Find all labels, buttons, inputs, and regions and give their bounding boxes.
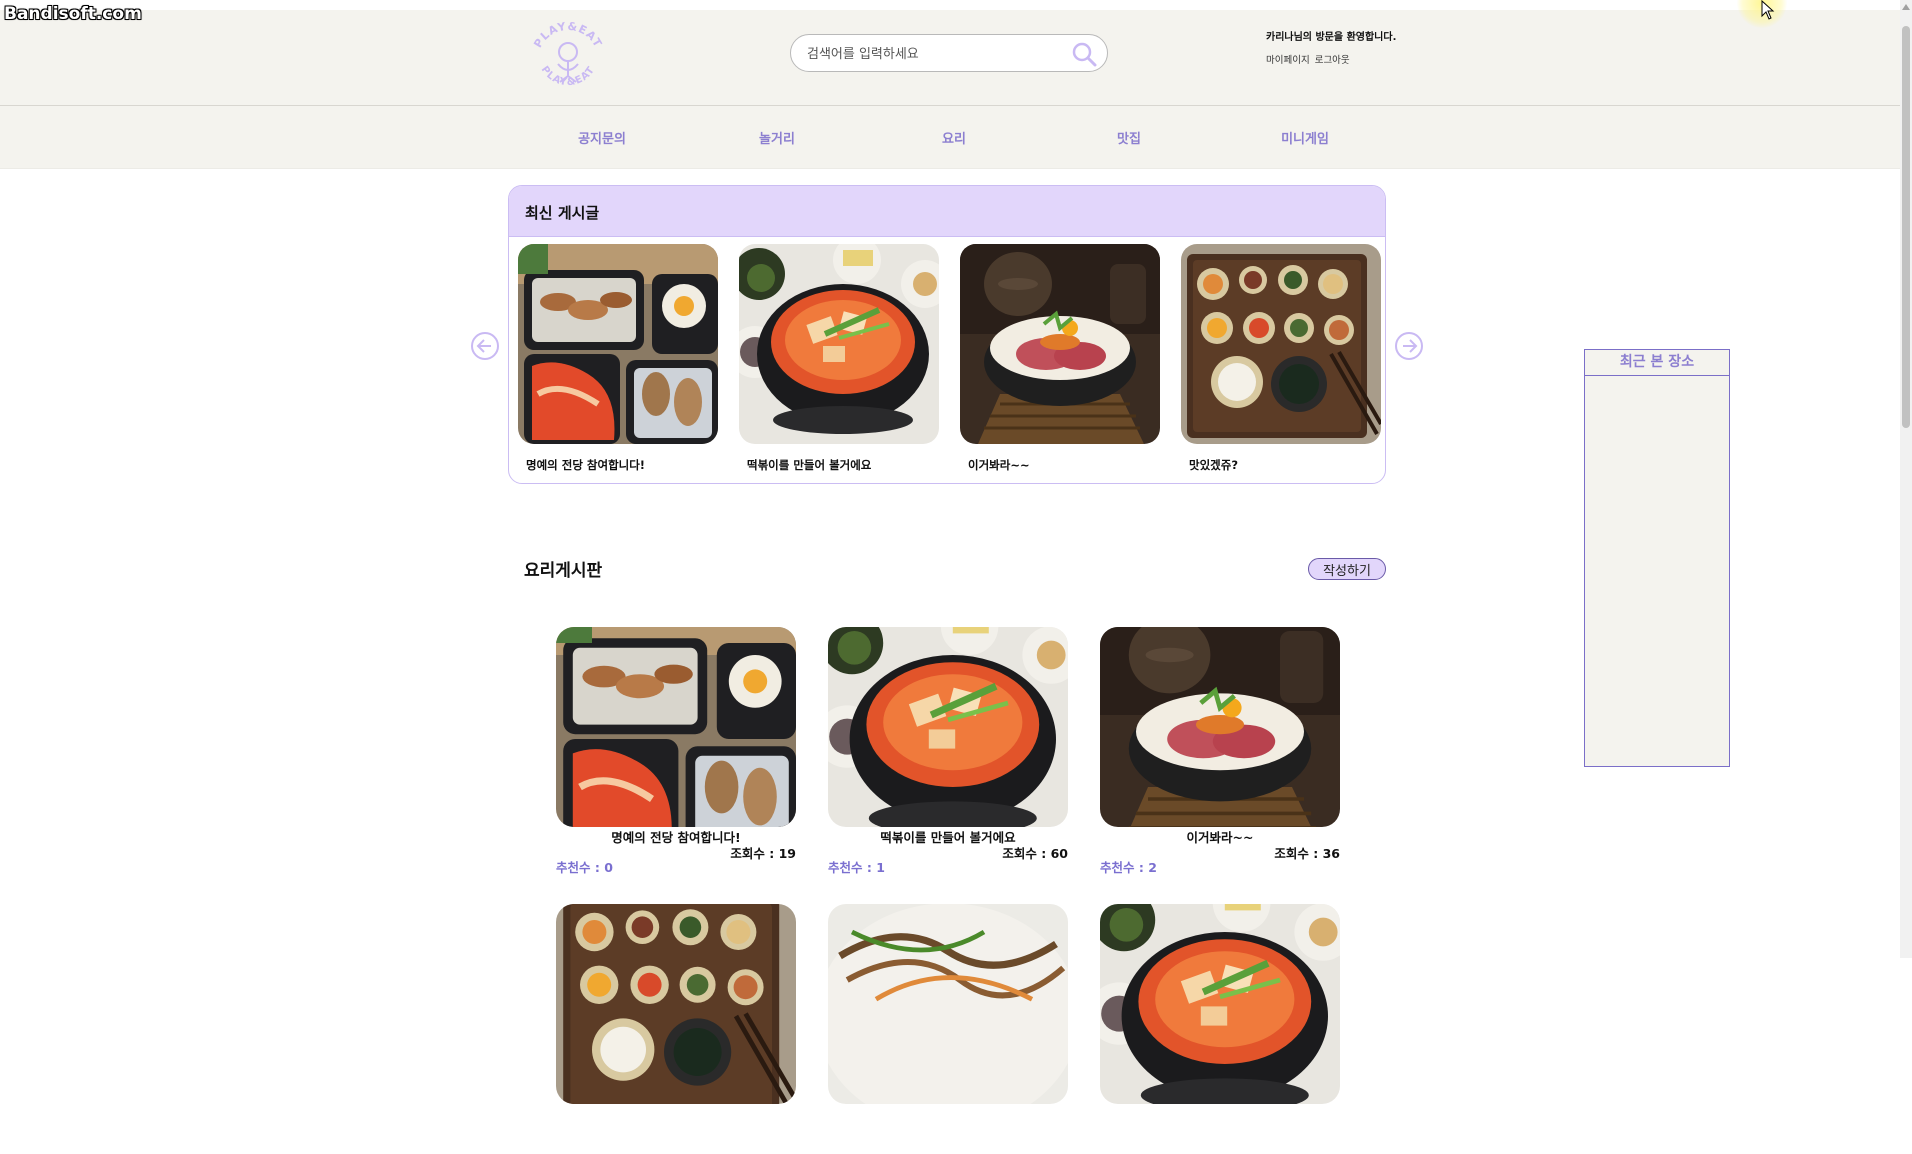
post-thumbnail[interactable]	[1100, 627, 1340, 827]
main-nav: 공지문의 놀거리 요리 맛집 미니게임	[0, 106, 1900, 169]
nav-item-restaurants[interactable]: 맛집	[1117, 128, 1141, 147]
recent-posts-header	[509, 186, 1385, 237]
post-thumbnail[interactable]	[556, 904, 796, 1104]
post-thumbnail[interactable]	[960, 244, 1160, 444]
recent-post-card[interactable]: 명예의 전당 참여합니다!	[518, 244, 718, 472]
recent-posts-title: 최신 게시글	[525, 204, 600, 222]
board-post-card[interactable]	[1100, 904, 1340, 1154]
post-thumbnail[interactable]	[556, 627, 796, 827]
recent-post-card[interactable]: 이거봐라~~	[960, 244, 1160, 472]
search-input[interactable]	[805, 43, 1059, 65]
recorder-watermark: Bandisoft.com	[4, 4, 142, 24]
carousel-prev-arrow-icon[interactable]	[470, 331, 500, 361]
post-thumbnail[interactable]	[828, 627, 1068, 827]
post-like-count: 추천수 : 2	[1100, 860, 1157, 875]
post-thumbnail[interactable]	[739, 244, 939, 444]
recent-posts-panel: 최신 게시글 명예의 전당 참여합니다! 떡볶이를 만들어 볼거에요 이거봐라~…	[508, 185, 1386, 484]
mypage-link[interactable]: 마이페이지	[1266, 55, 1310, 66]
nav-item-notice[interactable]: 공지문의	[578, 128, 626, 147]
scroll-up-arrow-icon[interactable]	[1902, 4, 1910, 10]
post-thumbnail[interactable]	[1181, 244, 1381, 444]
post-thumbnail[interactable]	[828, 904, 1068, 1104]
board-post-card[interactable]: 떡볶이를 만들어 볼거에요 조회수 : 60 추천수 : 1	[828, 627, 1068, 877]
logout-link[interactable]: 로그아웃	[1315, 55, 1350, 66]
search-icon[interactable]	[1071, 41, 1097, 67]
post-thumbnail[interactable]	[1100, 904, 1340, 1104]
welcome-message: 카리나님의 방문을 환영합니다.	[1266, 32, 1397, 43]
search-bar	[790, 34, 1108, 72]
board-post-card[interactable]	[556, 904, 796, 1154]
recent-post-caption[interactable]: 떡볶이를 만들어 볼거에요	[747, 457, 871, 473]
nav-item-play[interactable]: 놀거리	[759, 128, 795, 147]
nav-item-cooking[interactable]: 요리	[942, 128, 966, 147]
carousel-next-arrow-icon[interactable]	[1394, 331, 1424, 361]
board-title: 요리게시판	[524, 561, 603, 581]
recently-viewed-title: 최근 본 장소	[1585, 350, 1729, 376]
page-scrollbar[interactable]	[1900, 0, 1912, 958]
post-view-count: 조회수 : 60	[1002, 846, 1068, 861]
board-post-card[interactable]: 명예의 전당 참여합니다! 조회수 : 19 추천수 : 0	[556, 627, 796, 877]
post-thumbnail[interactable]	[518, 244, 718, 444]
user-links: 마이페이지 로그아웃	[1266, 52, 1355, 66]
recent-post-card[interactable]: 맛있겠쥬?	[1181, 244, 1381, 472]
recent-post-caption[interactable]: 이거봐라~~	[968, 457, 1030, 473]
post-view-count: 조회수 : 36	[1274, 846, 1340, 861]
write-post-button[interactable]: 작성하기	[1308, 558, 1386, 580]
svg-text:PLAY&EAT: PLAY&EAT	[531, 20, 604, 50]
site-header: PLAY&EAT PLAY&EAT 카리나님의 방문을 환영합니다. 마이페이지…	[0, 10, 1900, 106]
recent-post-card[interactable]: 떡볶이를 만들어 볼거에요	[739, 244, 939, 472]
post-like-count: 추천수 : 0	[556, 860, 613, 875]
nav-item-minigame[interactable]: 미니게임	[1281, 128, 1329, 147]
recently-viewed-panel: 최근 본 장소	[1584, 349, 1730, 767]
board-post-card[interactable]	[828, 904, 1068, 1154]
mouse-pointer-icon	[1761, 0, 1775, 20]
board-post-card[interactable]: 이거봐라~~ 조회수 : 36 추천수 : 2	[1100, 627, 1340, 877]
recent-post-caption[interactable]: 명예의 전당 참여합니다!	[526, 457, 645, 473]
recent-post-caption[interactable]: 맛있겠쥬?	[1189, 457, 1238, 473]
scrollbar-thumb[interactable]	[1902, 26, 1910, 428]
post-like-count: 추천수 : 1	[828, 860, 885, 875]
post-view-count: 조회수 : 19	[730, 846, 796, 861]
site-logo[interactable]: PLAY&EAT PLAY&EAT	[528, 18, 608, 100]
